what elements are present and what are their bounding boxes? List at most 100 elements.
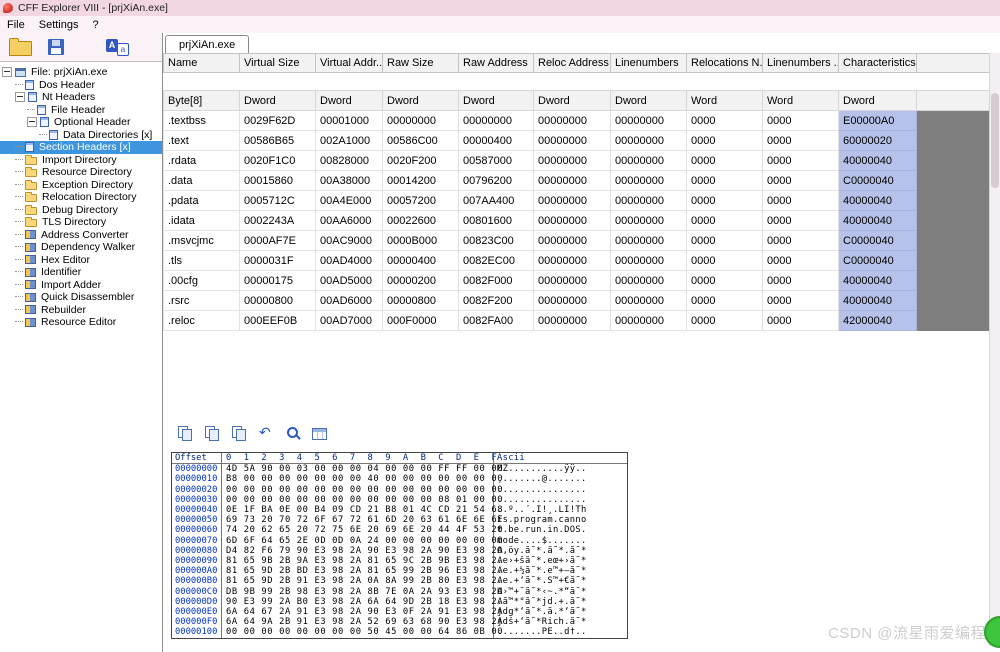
menu-settings[interactable]: Settings	[32, 18, 86, 32]
cell-reloc-address[interactable]: 00000000	[534, 311, 611, 331]
cell-linenumbers-number[interactable]: 0000	[763, 271, 839, 291]
hex-ascii[interactable]: t.be.run.in.DOS.	[494, 525, 627, 535]
cell-virtual-size[interactable]: 0020F1C0	[240, 151, 316, 171]
cell-virtual-address[interactable]: 00828000	[316, 151, 383, 171]
cell-characteristics[interactable]: C0000040	[839, 171, 917, 191]
scrollbar-thumb[interactable]	[991, 93, 999, 188]
cell-linenumbers[interactable]: 00000000	[611, 211, 687, 231]
hex-bytes[interactable]: 6A 64 67 2A 91 E3 98 2A 90 E3 0F 2A 91 E…	[222, 607, 494, 617]
col-relocations-number[interactable]: Relocations N...	[687, 54, 763, 73]
col-virtual-size[interactable]: Virtual Size	[240, 54, 316, 73]
sidebar-item-data-directories[interactable]: Data Directories [x]	[0, 129, 162, 142]
cell-section-name[interactable]: .msvcjmc	[164, 231, 240, 251]
hex-bytes[interactable]: 74 20 62 65 20 72 75 6E 20 69 6E 20 44 4…	[222, 525, 494, 535]
sidebar-item-tls-directory[interactable]: TLS Directory	[0, 216, 162, 229]
hex-ascii[interactable]: .ã™*°ã˜*jd.+.ã˜*	[494, 597, 627, 607]
sidebar-item-nt-headers[interactable]: Nt Headers	[0, 91, 162, 104]
cell-reloc-address[interactable]: 00000000	[534, 251, 611, 271]
cell-linenumbers-number[interactable]: 0000	[763, 251, 839, 271]
paste-icon[interactable]	[204, 425, 220, 441]
cell-virtual-size[interactable]: 0029F62D	[240, 111, 316, 131]
cell-linenumbers-number[interactable]: 0000	[763, 131, 839, 151]
col-name[interactable]: Name	[164, 54, 240, 73]
cell-linenumbers[interactable]: 00000000	[611, 291, 687, 311]
cell-raw-size[interactable]: 0000B000	[383, 231, 459, 251]
cell-virtual-address[interactable]: 00A4E000	[316, 191, 383, 211]
cell-linenumbers[interactable]: 00000000	[611, 171, 687, 191]
menu-file[interactable]: File	[0, 18, 32, 32]
cell-linenumbers[interactable]: 00000000	[611, 111, 687, 131]
cell-reloc-address[interactable]: 00000000	[534, 291, 611, 311]
sidebar-item-rebuilder[interactable]: Rebuilder	[0, 304, 162, 317]
hex-ascii[interactable]: ¸.......@.......	[494, 474, 627, 484]
cell-virtual-size[interactable]: 000EEF0B	[240, 311, 316, 331]
cell-raw-address[interactable]: 0082FA00	[459, 311, 534, 331]
cell-raw-size[interactable]: 0020F200	[383, 151, 459, 171]
vertical-scrollbar[interactable]	[989, 53, 1000, 646]
cell-reloc-address[interactable]: 00000000	[534, 151, 611, 171]
cell-linenumbers[interactable]: 00000000	[611, 191, 687, 211]
cell-raw-size[interactable]: 00000800	[383, 291, 459, 311]
cell-reloc-address[interactable]: 00000000	[534, 111, 611, 131]
cell-relocations-number[interactable]: 0000	[687, 271, 763, 291]
cell-linenumbers[interactable]: 00000000	[611, 311, 687, 331]
cell-linenumbers[interactable]: 00000000	[611, 151, 687, 171]
hex-bytes[interactable]: 00 00 00 00 00 00 00 00 50 45 00 00 64 8…	[222, 627, 494, 637]
cell-relocations-number[interactable]: 0000	[687, 311, 763, 331]
hex-ascii[interactable]: Ô‚öy.ã˜*.ã˜*.ã˜*	[494, 546, 627, 556]
cell-characteristics[interactable]: 60000020	[839, 131, 917, 151]
col-virtual-address[interactable]: Virtual Addr...	[316, 54, 383, 73]
cell-reloc-address[interactable]: 00000000	[534, 171, 611, 191]
grid-icon[interactable]	[312, 428, 327, 440]
search-icon[interactable]	[285, 425, 301, 441]
hex-ascii[interactable]: mode....$.......	[494, 536, 627, 546]
copy-icon[interactable]	[177, 425, 193, 441]
hex-ascii[interactable]: is.program.canno	[494, 515, 627, 525]
cell-reloc-address[interactable]: 00000000	[534, 271, 611, 291]
cell-section-name[interactable]: .textbss	[164, 111, 240, 131]
col-raw-size[interactable]: Raw Size	[383, 54, 459, 73]
cell-characteristics[interactable]: 40000040	[839, 211, 917, 231]
cell-virtual-size[interactable]: 00586B65	[240, 131, 316, 151]
tree-expander[interactable]	[2, 67, 12, 77]
sidebar-item-file-header[interactable]: File Header	[0, 104, 162, 117]
tree-expander[interactable]	[15, 92, 25, 102]
cell-linenumbers-number[interactable]: 0000	[763, 111, 839, 131]
sidebar-item-address-converter[interactable]: Address Converter	[0, 229, 162, 242]
menu-help[interactable]: ?	[85, 18, 105, 32]
hex-ascii[interactable]: ..º..´.Í!¸.LÍ!Th	[494, 505, 627, 515]
cell-section-name[interactable]: .text	[164, 131, 240, 151]
cell-section-name[interactable]: .pdata	[164, 191, 240, 211]
sidebar-item-exception-directory[interactable]: Exception Directory	[0, 179, 162, 192]
cell-characteristics[interactable]: E00000A0	[839, 111, 917, 131]
hex-bytes[interactable]: 90 E3 99 2A B0 E3 98 2A 6A 64 9D 2B 18 E…	[222, 597, 494, 607]
cell-raw-size[interactable]: 00000400	[383, 251, 459, 271]
hex-bytes[interactable]: DB 9B 99 2B 98 E3 98 2A 8B 7E 0A 2A 93 E…	[222, 587, 494, 597]
cell-reloc-address[interactable]: 00000000	[534, 211, 611, 231]
col-characteristics[interactable]: Characteristics	[839, 54, 917, 73]
tab-prjxian[interactable]: prjXiAn.exe	[165, 35, 249, 53]
cell-section-name[interactable]: .tls	[164, 251, 240, 271]
hex-bytes[interactable]: 81 65 9D 2B 91 E3 98 2A 0A 8A 99 2B 80 E…	[222, 576, 494, 586]
cell-relocations-number[interactable]: 0000	[687, 191, 763, 211]
cell-characteristics[interactable]: 40000040	[839, 191, 917, 211]
cell-section-name[interactable]: .reloc	[164, 311, 240, 331]
col-linenumbers[interactable]: Linenumbers	[611, 54, 687, 73]
cell-raw-address[interactable]: 00000400	[459, 131, 534, 151]
sidebar-item-dos-header[interactable]: Dos Header	[0, 79, 162, 92]
cell-characteristics[interactable]: C0000040	[839, 231, 917, 251]
open-file-icon[interactable]	[9, 41, 32, 56]
hex-bytes[interactable]: 00 00 00 00 00 00 00 00 00 00 00 00 08 0…	[222, 495, 494, 505]
hex-bytes[interactable]: B8 00 00 00 00 00 00 00 40 00 00 00 00 0…	[222, 474, 494, 484]
hex-ascii[interactable]: jdg*‘ã˜*.ã.*‘ã˜*	[494, 607, 627, 617]
hex-ascii[interactable]: ................	[494, 485, 627, 495]
hex-ascii[interactable]: jdš+‘ã˜*Rich.ã˜*	[494, 617, 627, 627]
cell-characteristics[interactable]: 40000040	[839, 291, 917, 311]
hex-bytes[interactable]: 4D 5A 90 00 03 00 00 00 04 00 00 00 FF F…	[222, 464, 494, 474]
cell-relocations-number[interactable]: 0000	[687, 251, 763, 271]
tree-expander[interactable]	[27, 117, 37, 127]
sidebar-item-identifier[interactable]: Identifier	[0, 266, 162, 279]
sidebar-item-relocation-directory[interactable]: Relocation Directory	[0, 191, 162, 204]
sidebar-item-optional-header[interactable]: Optional Header	[0, 116, 162, 129]
cell-raw-address[interactable]: 00796200	[459, 171, 534, 191]
